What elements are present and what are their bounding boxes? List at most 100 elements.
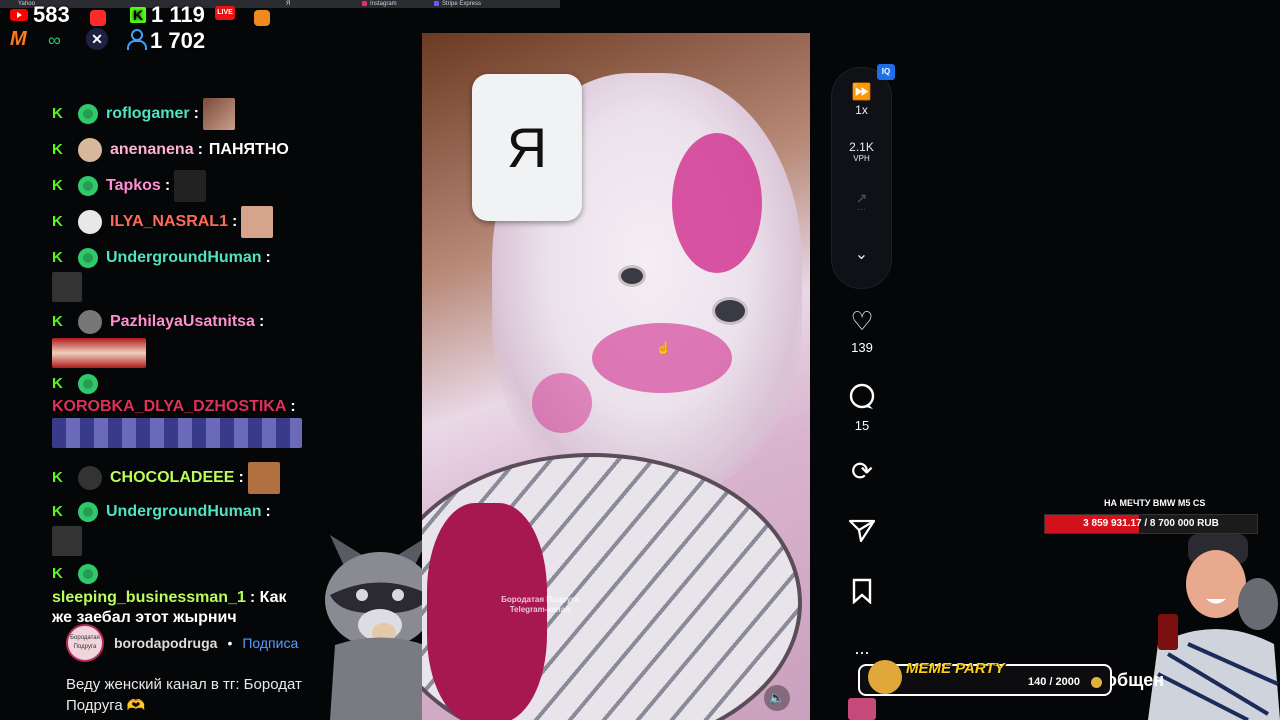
short-video-player[interactable]: Я Бородатая Подруга Telegram-канал ☝ 🔈 <box>422 33 810 720</box>
chat-username[interactable]: CHOCOLADEEE <box>110 469 234 487</box>
chat-username[interactable]: roflogamer <box>106 105 190 123</box>
meme-party-title: MEME PARTY <box>906 660 1005 677</box>
doge-icon <box>868 660 902 694</box>
colon: : <box>231 213 238 230</box>
kick-viewers: K 1 119 <box>130 2 205 28</box>
chevron-down-icon[interactable]: ⌄ <box>831 244 892 264</box>
kick-badge-icon: K <box>52 105 63 122</box>
mouse-cursor-icon: ☝ <box>656 341 671 355</box>
colon: : <box>290 398 296 415</box>
bookmark-icon <box>852 578 872 605</box>
save-button[interactable] <box>842 578 882 609</box>
chat-username[interactable]: ILYA_NASRAL1 <box>110 213 228 231</box>
goal-title: НА МЕЧТУ BMW M5 CS <box>1104 498 1206 508</box>
m-logo-icon: M <box>10 28 27 50</box>
user-avatar <box>78 138 102 162</box>
kick-badge-icon: K <box>52 213 63 230</box>
kick-viewer-count: 1 119 <box>151 2 205 27</box>
x-icon: ✕ <box>86 28 108 50</box>
bookmark-yandex[interactable]: Я <box>286 0 290 8</box>
like-button[interactable]: ♡ 139 <box>842 308 882 355</box>
total-viewer-count: 1 702 <box>150 28 206 53</box>
bullet: • <box>227 635 233 651</box>
coin-icon <box>1091 677 1102 688</box>
chat-message: K UndergroundHuman: <box>52 240 422 306</box>
iq-badge[interactable]: IQ <box>877 64 895 80</box>
bookmark-stripe[interactable]: Stripe Express <box>434 0 481 8</box>
subscribe-link[interactable]: Подписа <box>242 635 298 651</box>
bookmark-label: Instagram <box>370 1 397 7</box>
video-caption: Веду женский канал в тг: Бородат Подруга… <box>66 676 302 714</box>
volume-icon[interactable]: 🔈 <box>764 685 790 711</box>
infinity-icon: ∞ <box>48 30 61 50</box>
colon: : <box>249 589 260 606</box>
chat-text: ПАНЯТНО <box>208 141 289 158</box>
chat-username[interactable]: PazhilayaUsatnitsa <box>110 313 255 331</box>
channel-name[interactable]: borodapodruga <box>114 635 217 651</box>
chat-message: K anenanena: ПАНЯТНО <box>52 132 422 168</box>
kick-badge-icon: K <box>52 469 63 486</box>
channel-avatar[interactable]: Бородатая Подруга <box>66 624 104 662</box>
chat-message: K CHOCOLADEEE: <box>52 460 422 496</box>
emote-image <box>52 338 146 368</box>
send-icon <box>848 519 876 543</box>
streamer-webcam <box>1148 534 1280 720</box>
like-count: 139 <box>851 340 873 355</box>
next-video-thumbnail[interactable] <box>848 698 876 720</box>
chat-message: K ILYA_NASRAL1: <box>52 204 422 240</box>
youtube-viewer-count: 583 <box>33 2 70 27</box>
live-badge: LIVE <box>215 6 235 20</box>
total-viewers: 1 702 <box>150 28 205 54</box>
comments-button[interactable]: 15 <box>842 383 882 433</box>
kick-badge-icon: K <box>52 565 63 582</box>
chat-message: K PazhilayaUsatnitsa: <box>52 306 422 370</box>
playback-speed[interactable]: 1x <box>831 103 892 117</box>
heart-icon: ♡ <box>850 306 874 336</box>
chat-message: K Tapkos: <box>52 168 422 204</box>
kick-badge-icon: K <box>52 503 63 520</box>
bookmark-instagram[interactable]: Instagram <box>362 0 397 8</box>
vph-label: VPH <box>853 154 870 163</box>
subscriber-badge-icon <box>78 176 98 196</box>
subscriber-badge-icon <box>78 564 98 584</box>
video-channel-info: Бородатая Подруга borodapodruga • Подпис… <box>66 624 298 662</box>
subscriber-badge-icon <box>78 502 98 522</box>
emote-image <box>241 206 274 238</box>
colon: : <box>265 503 271 520</box>
more-options-icon[interactable]: ... <box>842 638 882 659</box>
emote-image <box>52 272 82 302</box>
youtube-viewers: 583 <box>10 2 70 28</box>
bookmark-label: Stripe Express <box>442 1 482 7</box>
colon: : <box>193 105 199 122</box>
youtube-small-icon <box>90 10 106 26</box>
chat-username[interactable]: anenanena <box>110 141 194 159</box>
stripe-icon <box>434 0 439 6</box>
kick-icon: K <box>130 7 146 23</box>
chat-username[interactable]: sleeping_businessman_1 <box>52 589 246 606</box>
kick-badge-icon: K <box>52 313 63 330</box>
emote-image <box>52 418 302 448</box>
user-avatar <box>78 210 102 234</box>
instagram-icon <box>362 0 367 6</box>
emote-image <box>52 526 82 556</box>
subscriber-badge-icon <box>78 374 98 394</box>
kick-badge-icon: K <box>52 249 63 266</box>
fast-forward-icon[interactable]: ⏩ <box>831 82 892 102</box>
user-avatar <box>78 310 102 334</box>
stream-screen: Yahoo Я Instagram Stripe Express 583 K 1… <box>0 0 1280 720</box>
twitch-icon <box>254 10 270 26</box>
share-button[interactable] <box>842 518 882 549</box>
emote-image <box>247 462 280 494</box>
chat-line: sleeping_businessman_1: Как же заебал эт… <box>52 588 302 628</box>
chat-username[interactable]: UndergroundHuman <box>106 249 262 267</box>
remix-icon[interactable]: ⟳ <box>842 456 882 487</box>
letter-overlay: Я <box>472 74 582 221</box>
emote-image <box>202 98 235 130</box>
chat-username[interactable]: KOROBKA_DLYA_DZHOSTIKA <box>52 398 286 416</box>
comment-count: 15 <box>854 418 870 433</box>
chat-username[interactable]: Tapkos <box>106 177 161 195</box>
youtube-icon <box>10 9 28 21</box>
trend-dots: ... <box>857 202 866 213</box>
chat-username[interactable]: UndergroundHuman <box>106 503 262 521</box>
video-watermark: Бородатая Подруга Telegram-канал <box>501 595 579 614</box>
